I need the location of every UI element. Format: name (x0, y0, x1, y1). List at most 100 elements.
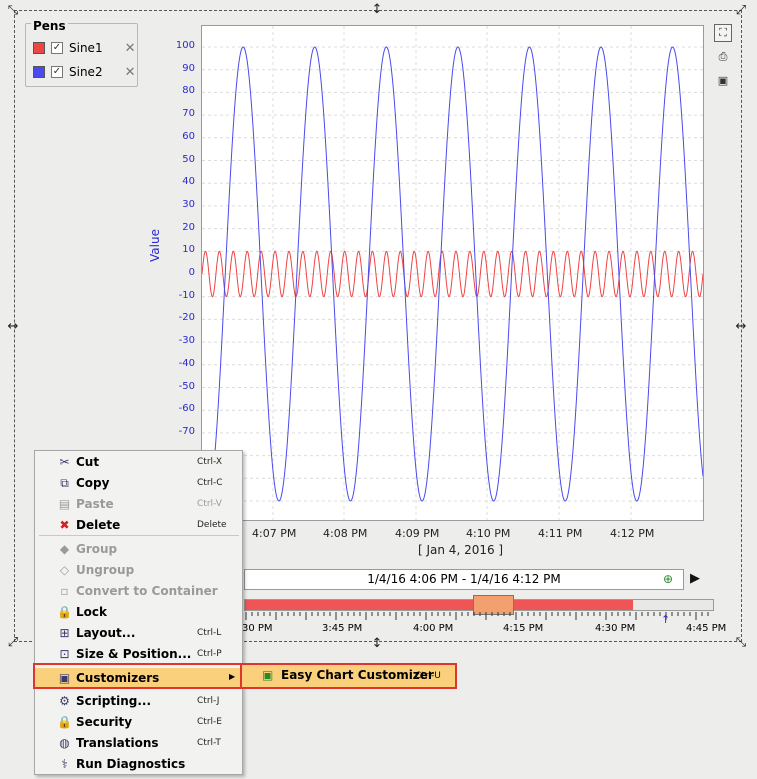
menu-item-label: Paste (76, 497, 114, 511)
y-tick-label: 10 (182, 244, 195, 256)
delete-icon: ✖ (59, 518, 70, 532)
resize-handle-n-icon[interactable]: ↕ (370, 3, 384, 17)
save-icon[interactable]: ▣ (714, 73, 732, 91)
menu-separator (39, 535, 239, 536)
resize-handle-ne-icon[interactable]: ⤢ (734, 4, 748, 18)
timeline-tick-label: 3:45 PM (322, 623, 363, 634)
pens-title: Pens (31, 19, 68, 33)
resize-handle-s-icon[interactable]: ↕ (370, 637, 384, 651)
chart-plot-area[interactable] (201, 25, 704, 521)
y-tick-label: -40 (178, 357, 195, 369)
menu-item-shortcut: Ctrl-J (197, 696, 220, 706)
remove-pen-icon[interactable]: ✕ (125, 65, 136, 80)
menu-item-shortcut: Ctrl-C (197, 478, 223, 488)
resize-handle-w-icon[interactable]: ↔ (6, 320, 20, 334)
pen-name: Sine2 (69, 65, 103, 79)
pen-visible-checkbox[interactable]: ✓ (51, 66, 63, 78)
menu-item-group[interactable]: ◆ Group (35, 539, 242, 560)
menu-item-label: Lock (76, 605, 107, 619)
submenu-arrow-icon: ▶ (229, 672, 236, 681)
convert-icon: ▫ (60, 584, 69, 598)
menu-item-shortcut: Ctrl-E (197, 717, 222, 727)
resize-handle-nw-icon[interactable]: ⤡ (6, 4, 20, 18)
timeline-tick-label: 30 PM (242, 623, 273, 634)
timeline-tick-label: 4:30 PM (595, 623, 636, 634)
menu-item-shortcut: Ctrl-L (197, 628, 222, 638)
group-icon: ◆ (59, 542, 70, 556)
pen-row-sine1: ✓ Sine1 ✕ (33, 40, 135, 56)
menu-item-run-diagnostics[interactable]: ⚕ Run Diagnostics (35, 754, 242, 775)
timeline-tick-label: 4:45 PM (686, 623, 727, 634)
menu-item-shortcut: Delete (197, 520, 227, 530)
resize-handle-e-icon[interactable]: ↔ (734, 320, 748, 334)
menu-item-scripting[interactable]: ⚙ Scripting... Ctrl-J (35, 691, 242, 712)
menu-item-label: Layout... (76, 626, 136, 640)
timeline-tick-label: 4:15 PM (503, 623, 544, 634)
diagnostics-icon: ⚕ (61, 757, 68, 771)
current-time-marker-icon: ↑ (661, 613, 671, 626)
x-tick-label: 4:10 PM (466, 527, 511, 540)
timeline-tick-label: 4:00 PM (413, 623, 454, 634)
date-range-display[interactable]: 1/4/16 4:06 PM - 1/4/16 4:12 PM (244, 569, 684, 590)
pen-visible-checkbox[interactable]: ✓ (51, 42, 63, 54)
y-tick-label: 70 (182, 108, 195, 120)
menu-item-label: Size & Position... (76, 647, 192, 661)
date-range-label: 1/4/16 4:06 PM - 1/4/16 4:12 PM (367, 572, 561, 586)
zoom-fit-icon[interactable]: ⛶ (714, 24, 732, 42)
customizers-icon: ▣ (262, 668, 274, 682)
y-tick-label: -60 (178, 403, 195, 415)
copy-icon: ⧉ (60, 476, 69, 490)
pen-color-swatch[interactable] (33, 66, 45, 78)
ungroup-icon: ◇ (59, 563, 70, 577)
menu-item-convert-to-container[interactable]: ▫ Convert to Container (35, 581, 242, 602)
y-tick-label: 50 (182, 153, 195, 165)
menu-item-translations[interactable]: ◍ Translations Ctrl-T (35, 733, 242, 754)
menu-item-label: Cut (76, 455, 100, 469)
scissors-icon: ✂ (59, 455, 70, 469)
menu-item-label: Delete (76, 518, 121, 532)
y-tick-label: -20 (178, 312, 195, 324)
customizers-submenu: ▣ Easy Chart Customizer Ctrl-U (240, 663, 457, 689)
menu-item-label: Convert to Container (76, 584, 218, 598)
menu-item-shortcut: Ctrl-V (197, 499, 222, 509)
menu-item-label: Scripting... (76, 694, 152, 708)
submenu-item-easy-chart-customizer[interactable]: ▣ Easy Chart Customizer Ctrl-U (242, 665, 455, 687)
context-menu: ✂ Cut Ctrl-X ⧉ Copy Ctrl-C ▤ Paste Ctrl-V ✖ Delete… (34, 450, 243, 775)
menu-item-lock[interactable]: 🔒 Lock (35, 602, 242, 623)
y-tick-label: 100 (175, 40, 195, 51)
timeline-ruler (245, 612, 709, 620)
menu-item-delete[interactable]: ✖ Delete Delete (35, 515, 242, 536)
x-tick-label: 4:07 PM (252, 527, 297, 540)
menu-item-copy[interactable]: ⧉ Copy Ctrl-C (35, 473, 242, 494)
layout-icon: ⊞ (59, 626, 70, 640)
size-position-icon: ⊡ (59, 647, 70, 661)
chevron-right-icon[interactable]: ▶ (690, 571, 700, 586)
timeline-data-bar (245, 600, 633, 610)
y-tick-label: -70 (178, 425, 195, 437)
menu-item-cut[interactable]: ✂ Cut Ctrl-X (35, 452, 242, 473)
pen-name: Sine1 (69, 41, 103, 55)
menu-item-layout[interactable]: ⊞ Layout... Ctrl-L (35, 623, 242, 644)
y-tick-label: 40 (182, 176, 195, 188)
menu-item-shortcut: Ctrl-P (197, 649, 222, 659)
menu-item-label: Copy (76, 476, 110, 490)
series-line-sine1 (201, 250, 704, 298)
resize-handle-se-icon[interactable]: ⤡ (734, 636, 748, 650)
zoom-in-icon[interactable]: ⊕ (663, 572, 673, 586)
customizers-highlight-outline (33, 663, 243, 689)
pen-color-swatch[interactable] (33, 42, 45, 54)
menu-item-ungroup[interactable]: ◇ Ungroup (35, 560, 242, 581)
menu-item-label: Run Diagnostics (76, 757, 186, 771)
remove-pen-icon[interactable]: ✕ (125, 41, 136, 56)
menu-item-label: Security (76, 715, 133, 729)
menu-item-label: Translations (76, 736, 159, 750)
menu-item-paste[interactable]: ▤ Paste Ctrl-V (35, 494, 242, 515)
resize-handle-sw-icon[interactable]: ⤢ (6, 636, 20, 650)
submenu-item-label: Easy Chart Customizer (281, 668, 434, 682)
print-icon[interactable]: ⎙ (714, 49, 732, 67)
menu-item-size-position[interactable]: ⊡ Size & Position... Ctrl-P (35, 644, 242, 665)
y-tick-label: 20 (182, 221, 195, 233)
x-tick-label: 4:08 PM (323, 527, 368, 540)
menu-item-security[interactable]: 🔒 Security Ctrl-E (35, 712, 242, 733)
menu-item-label: Group (76, 542, 118, 556)
